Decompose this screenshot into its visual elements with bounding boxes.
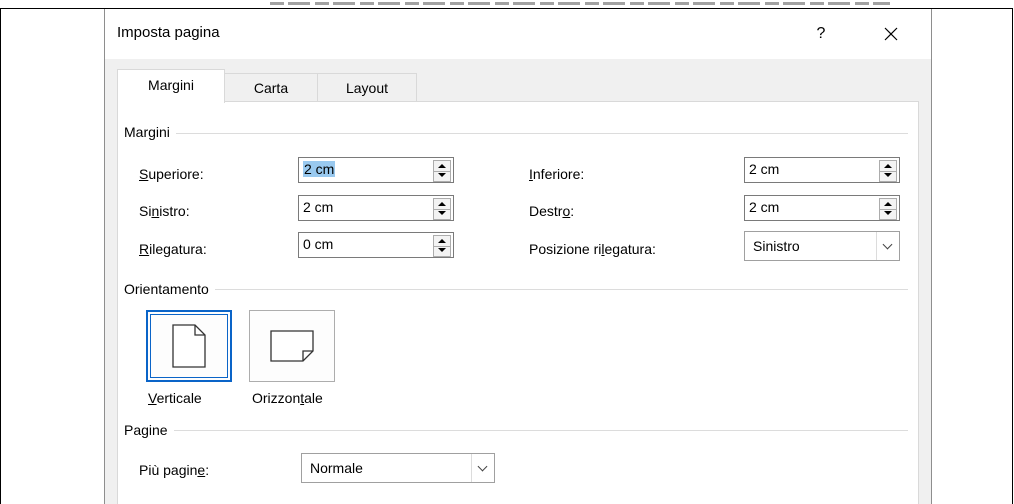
right-margin-down-button[interactable]	[880, 209, 896, 219]
top-margin-value[interactable]: 2 cm	[303, 161, 336, 177]
landscape-button[interactable]	[249, 310, 335, 382]
multiple-pages-dropdown-button[interactable]	[471, 454, 494, 482]
left-margin-label: Sinistro:	[139, 203, 190, 219]
document-frame-left	[0, 8, 1, 504]
gutter-arrows	[433, 235, 451, 257]
bottom-margin-spinner[interactable]: 2 cm	[744, 157, 900, 183]
bottom-margin-arrows	[879, 160, 897, 182]
left-margin-spinner[interactable]: 2 cm	[298, 195, 454, 221]
page-setup-dialog: Imposta pagina ? Margini Carta Layout Ma…	[104, 9, 932, 504]
bottom-margin-label: Inferiore:	[529, 166, 585, 182]
multiple-pages-select[interactable]: Normale	[301, 453, 495, 483]
right-margin-value[interactable]: 2 cm	[749, 199, 779, 215]
dialog-titlebar[interactable]: Imposta pagina ?	[105, 9, 931, 59]
bottom-margin-down-button[interactable]	[880, 171, 896, 181]
landscape-label: Orizzontale	[252, 390, 323, 406]
dialog-title: Imposta pagina	[117, 24, 220, 41]
help-button[interactable]: ?	[803, 19, 839, 49]
gutter-spinner[interactable]: 0 cm	[298, 232, 454, 258]
portrait-button[interactable]	[146, 310, 232, 382]
left-margin-down-button[interactable]	[434, 209, 450, 219]
gutter-position-dropdown-button[interactable]	[876, 232, 899, 260]
tab-layout[interactable]: Layout	[317, 73, 417, 102]
gutter-value[interactable]: 0 cm	[303, 236, 333, 252]
gutter-down-button[interactable]	[434, 246, 450, 256]
arrow-up-icon	[438, 239, 446, 243]
arrow-down-icon	[884, 211, 892, 215]
gutter-position-value: Sinistro	[753, 238, 800, 254]
pages-group-label: Pagine	[124, 422, 174, 438]
chevron-down-icon	[882, 239, 893, 250]
background-document-text	[270, 0, 890, 6]
left-margin-arrows	[433, 198, 451, 220]
right-margin-spinner[interactable]: 2 cm	[744, 195, 900, 221]
right-margin-arrows	[879, 198, 897, 220]
bottom-margin-value[interactable]: 2 cm	[749, 161, 779, 177]
multiple-pages-label: Più pagine:	[139, 462, 210, 478]
close-icon	[884, 27, 898, 41]
chevron-down-icon	[477, 461, 488, 472]
gutter-position-label: Posizione rilegatura:	[529, 241, 656, 257]
margins-group-label: Margini	[124, 124, 176, 140]
multiple-pages-value: Normale	[310, 460, 363, 476]
arrow-up-icon	[438, 202, 446, 206]
margins-group-divider	[124, 133, 908, 134]
arrow-up-icon	[884, 164, 892, 168]
left-margin-value[interactable]: 2 cm	[303, 199, 333, 215]
close-button[interactable]	[871, 19, 911, 49]
arrow-down-icon	[438, 173, 446, 177]
arrow-down-icon	[438, 248, 446, 252]
orientation-group-divider	[124, 289, 908, 290]
arrow-down-icon	[438, 211, 446, 215]
document-frame-right	[1012, 8, 1013, 504]
tab-carta[interactable]: Carta	[223, 73, 319, 102]
top-margin-arrows	[433, 160, 451, 182]
gutter-position-select[interactable]: Sinistro	[744, 231, 900, 261]
top-margin-spinner[interactable]: 2 cm	[298, 157, 454, 183]
right-margin-label: Destro:	[529, 203, 575, 219]
portrait-label: Verticale	[148, 390, 202, 406]
pages-group-divider	[124, 430, 908, 431]
tab-panel-margini: Margini Superiore: 2 cm Inferiore: 2 cm …	[117, 101, 919, 504]
landscape-page-icon	[270, 330, 314, 362]
top-margin-down-button[interactable]	[434, 171, 450, 181]
arrow-down-icon	[884, 173, 892, 177]
tab-margini[interactable]: Margini	[117, 69, 225, 103]
arrow-up-icon	[438, 164, 446, 168]
top-margin-label: Superiore:	[139, 166, 204, 182]
portrait-page-icon	[172, 324, 206, 368]
gutter-label: Rilegatura:	[139, 241, 207, 257]
orientation-group-label: Orientamento	[124, 281, 215, 297]
arrow-up-icon	[884, 202, 892, 206]
